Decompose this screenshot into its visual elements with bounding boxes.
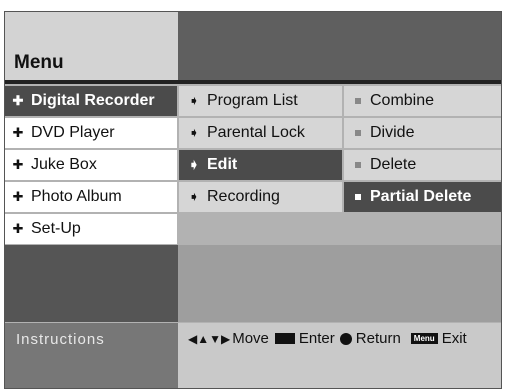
menu-item-recording[interactable]: ➧ Recording xyxy=(179,182,342,212)
enter-key-icon xyxy=(274,333,295,344)
menu-item-delete[interactable]: Delete xyxy=(344,150,501,180)
empty-panel-right xyxy=(178,245,501,322)
square-bullet-icon xyxy=(355,98,361,104)
menu-item-program-list[interactable]: ➧ Program List xyxy=(179,86,342,116)
menu-item-divide[interactable]: Divide xyxy=(344,118,501,148)
key-help: ◀▲▼▶ Move Enter Return Menu Exit xyxy=(188,330,467,347)
menu-item-digital-recorder[interactable]: ✚ Digital Recorder xyxy=(5,86,177,116)
instructions-label: Instructions xyxy=(16,331,105,348)
menu-key-icon: Menu xyxy=(410,333,438,344)
square-bullet-icon xyxy=(355,162,361,168)
square-bullet-icon xyxy=(355,194,361,200)
cross-bullet-icon: ✚ xyxy=(12,125,24,140)
cross-bullet-icon: ✚ xyxy=(12,189,24,204)
menu-item-edit[interactable]: ➧ Edit xyxy=(179,150,342,180)
menu-item-partial-delete[interactable]: Partial Delete xyxy=(344,182,501,212)
enter-label: Enter xyxy=(298,330,335,347)
arrow-bullet-icon: ➧ xyxy=(188,157,200,172)
menu-item-combine[interactable]: Combine xyxy=(344,86,501,116)
menu-item-juke-box[interactable]: ✚ Juke Box xyxy=(5,150,177,180)
cross-bullet-icon: ✚ xyxy=(12,157,24,172)
return-key-icon xyxy=(339,332,352,345)
arrow-bullet-icon: ➧ xyxy=(188,93,200,108)
page-title: Menu xyxy=(14,52,64,73)
square-bullet-icon xyxy=(355,130,361,136)
arrow-bullet-icon: ➧ xyxy=(188,125,200,140)
arrow-bullet-icon: ➧ xyxy=(188,189,200,204)
menu-item-photo-album[interactable]: ✚ Photo Album xyxy=(5,182,177,212)
menu-item-dvd-player[interactable]: ✚ DVD Player xyxy=(5,118,177,148)
cross-bullet-icon: ✚ xyxy=(12,221,24,236)
menu-item-set-up[interactable]: ✚ Set-Up xyxy=(5,214,177,244)
cross-bullet-icon: ✚ xyxy=(12,93,24,108)
title-bar-right xyxy=(178,12,501,80)
exit-label: Exit xyxy=(441,330,467,347)
empty-panel-left xyxy=(5,245,178,322)
menu-item-parental-lock[interactable]: ➧ Parental Lock xyxy=(179,118,342,148)
return-label: Return xyxy=(355,330,401,347)
arrow-keys-icon: ◀▲▼▶ xyxy=(188,331,231,346)
move-label: Move xyxy=(232,330,269,347)
osd-menu-screen: Menu ✚ Digital Recorder ✚ DVD Player ✚ Juke… xyxy=(4,11,502,389)
divider xyxy=(5,80,501,84)
